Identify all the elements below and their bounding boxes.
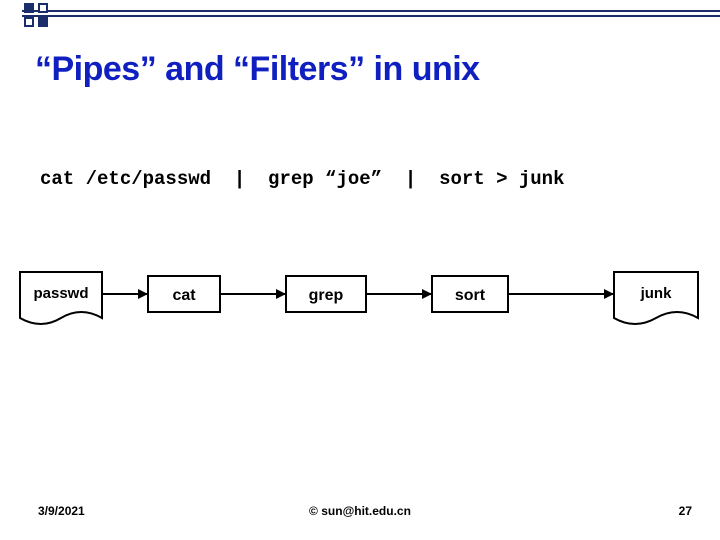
- footer-credit: © sun@hit.edu.cn: [309, 504, 411, 518]
- slide-footer: 3/9/2021 © sun@hit.edu.cn 27: [0, 504, 720, 528]
- slide-title: “Pipes” and “Filters” in unix: [35, 50, 480, 89]
- footer-date: 3/9/2021: [38, 504, 85, 518]
- input-doc-label: passwd: [33, 285, 88, 302]
- filter-box-sort: sort: [432, 276, 508, 312]
- filter-label-1: grep: [309, 287, 344, 304]
- filter-label-2: sort: [455, 287, 486, 304]
- output-doc-icon: junk: [614, 272, 698, 324]
- decorative-header: [0, 0, 720, 28]
- pipeline-diagram: passwd cat grep sort junk: [18, 270, 702, 350]
- filter-box-grep: grep: [286, 276, 366, 312]
- filter-label-0: cat: [172, 287, 196, 304]
- input-doc-icon: passwd: [20, 272, 102, 324]
- command-line-text: cat /etc/passwd | grep “joe” | sort > ju…: [40, 168, 565, 190]
- footer-page-number: 27: [679, 504, 692, 518]
- filter-box-cat: cat: [148, 276, 220, 312]
- output-doc-label: junk: [640, 285, 672, 302]
